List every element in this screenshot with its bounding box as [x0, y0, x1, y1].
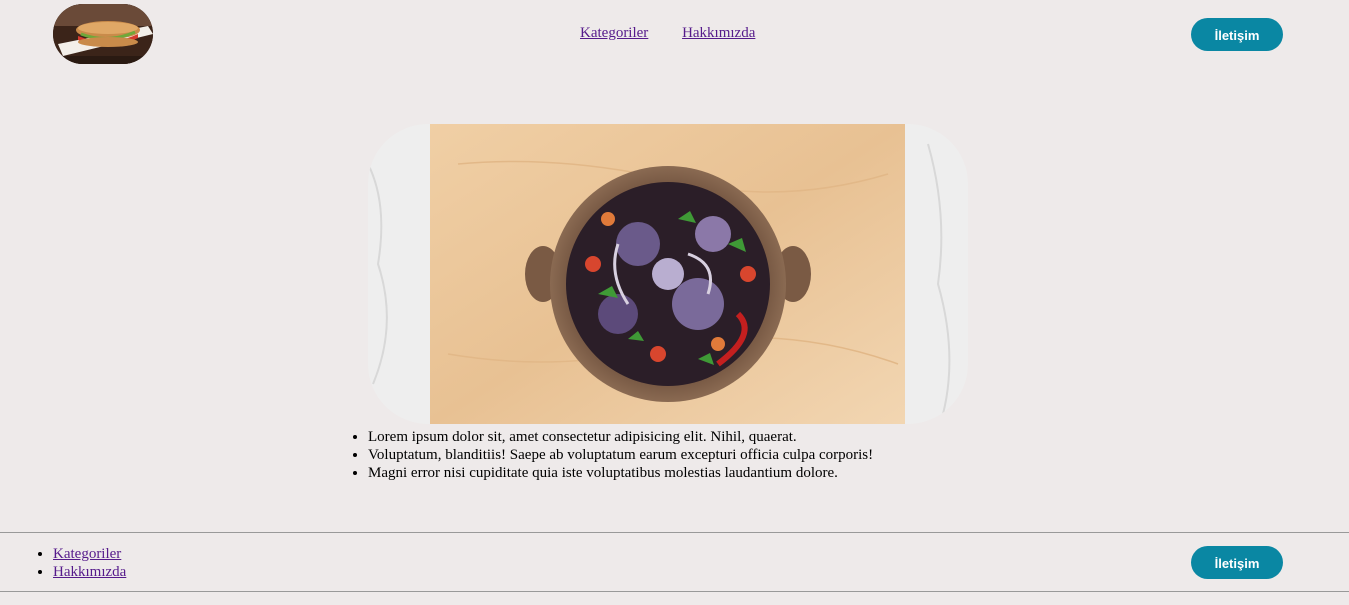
footer-link-hakkimizda[interactable]: Hakkımızda: [53, 564, 126, 580]
list-item: Magni error nisi cupiditate quia iste vo…: [368, 464, 873, 482]
footer-nav: Kategoriler Hakkımızda: [53, 545, 126, 581]
list-item: Voluptatum, blanditiis! Saepe ab volupta…: [368, 446, 873, 464]
nav-link-kategoriler[interactable]: Kategoriler: [580, 25, 648, 41]
top-nav: Kategoriler Hakkımızda: [580, 25, 785, 42]
footer: Kategoriler Hakkımızda İletişim: [0, 532, 1349, 592]
logo-image[interactable]: [53, 4, 153, 64]
list-item: Lorem ipsum dolor sit, amet consectetur …: [368, 428, 873, 446]
footer-nav-item: Kategoriler: [53, 545, 126, 563]
footer-link-kategoriler[interactable]: Kategoriler: [53, 546, 121, 562]
contact-button[interactable]: İletişim: [1191, 18, 1283, 51]
nav-link-hakkimizda[interactable]: Hakkımızda: [682, 25, 755, 41]
footer-nav-item: Hakkımızda: [53, 563, 126, 581]
header: Kategoriler Hakkımızda İletişim: [0, 0, 1349, 70]
hero-image: [368, 124, 968, 424]
footer-contact-button[interactable]: İletişim: [1191, 546, 1283, 579]
content-list: Lorem ipsum dolor sit, amet consectetur …: [368, 428, 873, 482]
